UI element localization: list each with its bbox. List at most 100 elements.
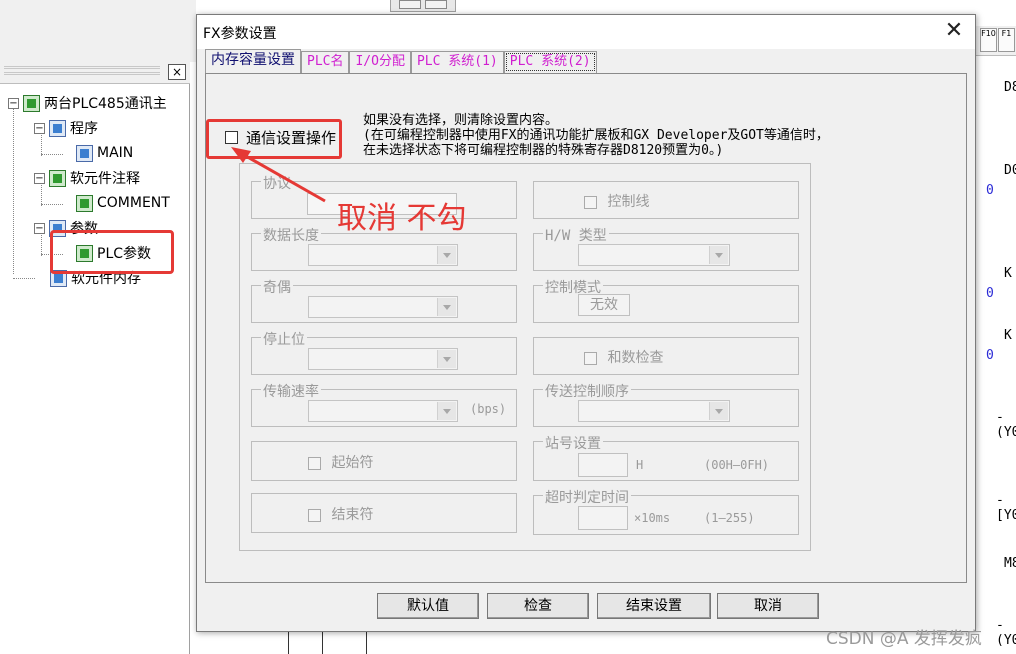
tree-item-label: COMMENT (97, 195, 170, 211)
stop-bit-select[interactable] (308, 348, 458, 370)
tree-connector (41, 204, 63, 205)
tree-item-main[interactable]: MAIN (76, 142, 133, 164)
protocol-label: 协议 (261, 173, 293, 193)
tree-item-label: 程序 (70, 121, 98, 137)
transmit-order-select[interactable] (578, 400, 730, 422)
chevron-down-icon[interactable] (709, 402, 728, 420)
panel-grip[interactable] (4, 72, 160, 75)
info-text: 如果没有选择，则清除设置内容。 (在可编程控制器中使用FX的通讯功能扩展板和GX… (363, 113, 829, 158)
data-length-select[interactable] (308, 244, 458, 266)
chevron-down-icon[interactable] (437, 402, 456, 420)
chevron-down-icon[interactable] (437, 246, 456, 264)
sum-check-label: 和数检查 (607, 350, 664, 366)
data-length-label: 数据长度 (261, 225, 321, 245)
chevron-down-icon[interactable] (709, 246, 728, 264)
ladder-rail (288, 632, 289, 654)
default-button[interactable]: 默认值 (377, 593, 479, 619)
tree-item-label: 软元件注释 (70, 171, 140, 187)
dialog-title-bar[interactable]: FX参数设置 ✕ (197, 15, 975, 49)
station-no-input[interactable] (578, 453, 628, 477)
start-char-label: 起始符 (331, 455, 374, 471)
start-char-row[interactable]: 起始符 (308, 452, 373, 472)
tree-item-program[interactable]: − 程序 (34, 117, 98, 139)
close-icon[interactable]: ✕ (937, 17, 971, 47)
collapse-icon[interactable]: − (34, 172, 45, 184)
plc-parameter-highlight (50, 230, 174, 274)
toolbar-button-f10[interactable]: F10 (980, 28, 997, 52)
tree-item-comment[interactable]: COMMENT (76, 192, 170, 214)
station-no-range: (00H—0FH) (704, 458, 770, 472)
comment-icon (76, 194, 93, 212)
info-line: 在未选择状态下将可编程控制器的特殊寄存器D8120预置为0。) (363, 143, 724, 158)
ladder-coil: -(Y0 (996, 618, 1016, 648)
chevron-down-icon[interactable] (437, 350, 456, 368)
timeout-range: (1—255) (704, 511, 755, 525)
parity-select[interactable] (308, 296, 458, 318)
control-mode-value[interactable]: 无效 (578, 294, 630, 316)
transmit-order-group: 传送控制顺序 (533, 381, 799, 427)
info-line: (在可编程控制器中使用FX的通讯功能扩展板和GX Developer及GOT等通… (363, 128, 829, 143)
tree-item-label: 两台PLC485通讯主 (44, 96, 167, 112)
start-char-checkbox[interactable] (308, 456, 321, 470)
end-char-group: 结束符 (251, 493, 517, 533)
check-button[interactable]: 检查 (487, 593, 589, 619)
sum-check-group: 和数检查 (533, 337, 799, 375)
tab-plc-system-2[interactable]: PLC 系统(2) (503, 51, 597, 73)
tree-item-project-root[interactable]: − 两台PLC485通讯主 (8, 92, 167, 114)
program-folder-icon (49, 119, 66, 137)
tab-plc-name[interactable]: PLC名 (301, 51, 350, 73)
baud-rate-select[interactable] (308, 400, 458, 422)
end-char-checkbox[interactable] (308, 508, 321, 522)
tab-plc-system-1[interactable]: PLC 系统(1) (410, 51, 504, 73)
timeout-input[interactable] (578, 506, 628, 530)
ladder-text: K (1004, 266, 1012, 281)
ladder-rail (322, 632, 323, 654)
hw-type-group: H/W 类型 (533, 225, 799, 271)
project-icon (23, 94, 40, 112)
tree-connector (13, 104, 14, 274)
tree-panel-header: × (0, 62, 190, 84)
ladder-text: M8 (1004, 556, 1016, 571)
transmit-order-label: 传送控制顺序 (543, 381, 631, 401)
collapse-icon[interactable]: − (8, 97, 19, 109)
station-no-group: 站号设置 H (00H—0FH) (533, 433, 799, 481)
ladder-coil: -[Y0 (996, 493, 1016, 523)
tree-item-label: MAIN (97, 145, 134, 161)
toolbar-button[interactable] (425, 0, 447, 9)
end-char-row[interactable]: 结束符 (308, 504, 373, 524)
project-tree-panel: × − 两台PLC485通讯主 − 程序 MAIN − 软元件注释 COMMEN… (0, 62, 190, 654)
ladder-editor-fragment: F10 F1 D8 D0 0 K 0 K 0 -(Y0 -[Y0 M8 -(Y0 (976, 0, 1016, 654)
sum-check-checkbox[interactable] (584, 351, 597, 365)
station-no-unit: H (636, 458, 644, 472)
ladder-value: 0 (986, 286, 994, 301)
finish-settings-button[interactable]: 结束设置 (597, 593, 711, 619)
toolbar-button-f1[interactable]: F1 (998, 28, 1015, 52)
collapse-icon[interactable]: − (34, 122, 45, 134)
chevron-down-icon[interactable] (437, 298, 456, 316)
cancel-button[interactable]: 取消 (717, 593, 819, 619)
tree-item-device-comments[interactable]: − 软元件注释 (34, 167, 140, 189)
annotation-text: 取消 不勾 (337, 201, 467, 236)
collapse-icon[interactable]: − (34, 222, 45, 234)
ladder-text: K (1004, 328, 1012, 343)
ladder-text: D0 (1004, 163, 1016, 178)
tab-io-assignment[interactable]: I/O分配 (349, 51, 411, 73)
comment-folder-icon (49, 169, 66, 187)
control-line-row[interactable]: 控制线 (584, 191, 649, 211)
tree-connector (13, 278, 35, 279)
tab-memory-capacity[interactable]: 内存容量设置 (205, 49, 301, 73)
control-line-label: 控制线 (607, 194, 650, 210)
baud-unit: (bps) (470, 402, 507, 416)
sum-check-row[interactable]: 和数检查 (584, 347, 663, 367)
panel-close-icon[interactable]: × (168, 64, 186, 80)
control-line-checkbox[interactable] (584, 195, 597, 209)
csdn-watermark: CSDN @A 发挥发疯 (826, 629, 982, 649)
ladder-rail (366, 632, 367, 654)
hw-type-select[interactable] (578, 244, 730, 266)
panel-grip[interactable] (4, 66, 160, 69)
toolbar-button[interactable] (399, 0, 421, 9)
tree-connector (41, 154, 63, 155)
ladder-text: D8 (1004, 80, 1016, 95)
dialog-tabs: 内存容量设置 PLC名 I/O分配 PLC 系统(1) PLC 系统(2) (205, 49, 597, 73)
timeout-label: 超时判定时间 (543, 487, 631, 507)
